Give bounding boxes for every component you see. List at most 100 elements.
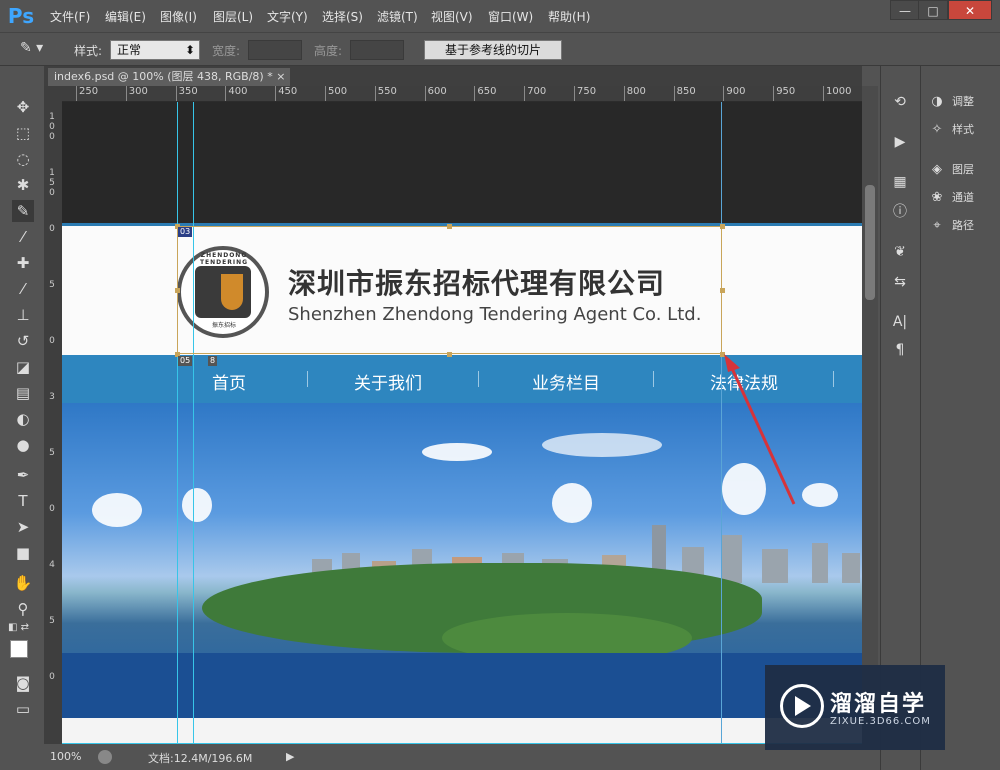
healing-brush-tool-icon[interactable]: ✚ xyxy=(12,252,34,274)
ruler-tick: 0 xyxy=(49,224,55,234)
slice-number-tag: 8 xyxy=(208,356,218,366)
adjust-icon: ◑ xyxy=(931,94,943,109)
page-bottom xyxy=(62,718,862,744)
slice-number-tag: 03 xyxy=(178,227,193,237)
panel-paths[interactable]: ⌖ 路径 xyxy=(928,216,974,236)
pen-tool-icon[interactable]: ✒ xyxy=(12,464,34,486)
ruler-tick: 1000 xyxy=(823,86,851,101)
ruler-tick: 0 xyxy=(49,336,55,346)
paragraph-icon[interactable]: ¶ xyxy=(890,340,910,360)
ruler-tick: 1 5 0 xyxy=(49,168,55,198)
slice-handle[interactable] xyxy=(447,224,452,229)
width-field[interactable] xyxy=(248,40,302,60)
info-icon[interactable]: ⓘ xyxy=(890,202,910,222)
menu-help[interactable]: 帮助(H) xyxy=(548,8,590,25)
cloud xyxy=(552,483,592,523)
type-tool-icon[interactable]: T xyxy=(12,490,34,512)
canvas[interactable]: ZHENDONG TENDERING 振东招标 深圳市振东招标代理有限公司 Sh… xyxy=(62,102,862,744)
red-arrow-annotation xyxy=(724,354,796,505)
watermark-url: ZIXUE.3D66.COM xyxy=(830,716,931,727)
quick-mask-icon[interactable]: ◙ xyxy=(12,672,34,694)
guide-line[interactable] xyxy=(193,102,194,744)
document-tab[interactable]: index6.psd @ 100% (图层 438, RGB/8) * × xyxy=(48,68,290,86)
ruler-tick: 5 xyxy=(49,280,55,290)
maximize-button[interactable]: □ xyxy=(918,0,948,20)
status-info-icon[interactable] xyxy=(98,750,112,764)
history-icon[interactable]: ⟲ xyxy=(890,92,910,112)
properties-icon[interactable]: ▦ xyxy=(890,172,910,192)
nav-separator xyxy=(653,371,654,387)
menu-file[interactable]: 文件(F) xyxy=(50,8,90,25)
height-field[interactable] xyxy=(350,40,404,60)
guide-line[interactable] xyxy=(177,102,178,744)
rectangle-tool-icon[interactable]: ■ xyxy=(12,542,34,564)
ruler-tick: 700 xyxy=(524,86,546,101)
dodge-tool-icon[interactable]: ● xyxy=(12,434,34,456)
tool-presets-icon[interactable]: ⇆ xyxy=(890,272,910,292)
history-brush-tool-icon[interactable]: ↺ xyxy=(12,330,34,352)
menu-layer[interactable]: 图层(L) xyxy=(213,8,253,25)
slice-tool-icon[interactable]: ✎ ▾ xyxy=(20,40,60,60)
slice-handle[interactable] xyxy=(175,288,180,293)
gradient-tool-icon[interactable]: ▤ xyxy=(12,382,34,404)
cloud xyxy=(802,483,838,507)
slice-handle[interactable] xyxy=(720,224,725,229)
nav-about[interactable]: 关于我们 xyxy=(354,369,422,394)
nav-business[interactable]: 业务栏目 xyxy=(532,369,600,394)
menu-image[interactable]: 图像(I) xyxy=(160,8,197,25)
minimize-button[interactable]: — xyxy=(890,0,920,20)
screen-mode-icon[interactable]: ▭ xyxy=(12,698,34,720)
path-selection-tool-icon[interactable]: ➤ xyxy=(12,516,34,538)
eraser-tool-icon[interactable]: ◪ xyxy=(12,356,34,378)
menu-filter[interactable]: 滤镜(T) xyxy=(377,8,418,25)
brush-presets-icon[interactable]: ❦ xyxy=(890,242,910,262)
slice-selection[interactable] xyxy=(177,226,722,354)
vertical-scroll-thumb[interactable] xyxy=(865,185,875,300)
hand-tool-icon[interactable]: ✋ xyxy=(12,572,34,594)
tab-close-icon[interactable]: × xyxy=(276,70,285,83)
layers-icon: ◈ xyxy=(932,162,942,177)
move-tool-icon[interactable]: ✥ xyxy=(12,96,34,118)
panel-styles[interactable]: ✧ 样式 xyxy=(928,120,974,140)
nav-home[interactable]: 首页 xyxy=(212,369,246,394)
panel-channels[interactable]: ❀ 通道 xyxy=(928,188,974,208)
zoom-tool-icon[interactable]: ⚲ xyxy=(12,598,34,620)
style-select[interactable]: 正常 ⬍ xyxy=(110,40,200,60)
ruler-left[interactable]: 1 0 0 1 5 0 0 5 0 3 5 0 4 5 0 xyxy=(44,102,62,744)
zoom-level[interactable]: 100% xyxy=(50,750,81,763)
panel-layers[interactable]: ◈ 图层 xyxy=(928,160,974,180)
lasso-tool-icon[interactable]: ◌ xyxy=(12,148,34,170)
panel-adjustments[interactable]: ◑ 调整 xyxy=(928,92,974,112)
watermark-title: 溜溜自学 xyxy=(830,692,927,717)
menu-select[interactable]: 选择(S) xyxy=(322,8,363,25)
foreground-color-swatch[interactable] xyxy=(10,640,28,658)
marquee-tool-icon[interactable]: ⬚ xyxy=(12,122,34,144)
actions-play-icon[interactable]: ▶ xyxy=(890,132,910,152)
cloud xyxy=(182,488,212,522)
guide-line[interactable] xyxy=(62,743,862,744)
slices-from-guides-button[interactable]: 基于参考线的切片 xyxy=(424,40,562,60)
menu-edit[interactable]: 编辑(E) xyxy=(105,8,146,25)
menu-window[interactable]: 窗口(W) xyxy=(488,8,533,25)
blur-tool-icon[interactable]: ◐ xyxy=(12,408,34,430)
slice-handle[interactable] xyxy=(447,352,452,357)
brush-tool-icon[interactable]: ⁄ xyxy=(12,278,34,300)
slice-handle[interactable] xyxy=(720,288,725,293)
menu-type[interactable]: 文字(Y) xyxy=(267,8,308,25)
ruler-tick: 350 xyxy=(175,86,198,101)
status-menu-arrow-icon[interactable]: ▶ xyxy=(286,750,294,763)
magic-wand-tool-icon[interactable]: ✱ xyxy=(12,174,34,196)
eyedropper-tool-icon[interactable]: ⁄ xyxy=(12,226,34,248)
ruler-tick: 1 0 0 xyxy=(49,112,55,142)
nav-separator xyxy=(833,371,834,387)
ruler-tick: 750 xyxy=(574,86,596,101)
clone-stamp-tool-icon[interactable]: ⊥ xyxy=(12,304,34,326)
ruler-top[interactable]: 250 300 350 400 450 500 550 600 650 700 750 800 850 9… xyxy=(62,86,862,102)
menu-view[interactable]: 视图(V) xyxy=(431,8,473,25)
slice-tool-icon[interactable]: ✎ xyxy=(12,200,34,222)
channels-icon: ❀ xyxy=(931,190,943,205)
character-icon[interactable]: A| xyxy=(890,312,910,332)
ruler-tick: 0 xyxy=(49,504,55,514)
swap-colors-icon[interactable]: ◧ ⇄ xyxy=(8,622,38,634)
close-button[interactable]: ✕ xyxy=(948,0,992,20)
